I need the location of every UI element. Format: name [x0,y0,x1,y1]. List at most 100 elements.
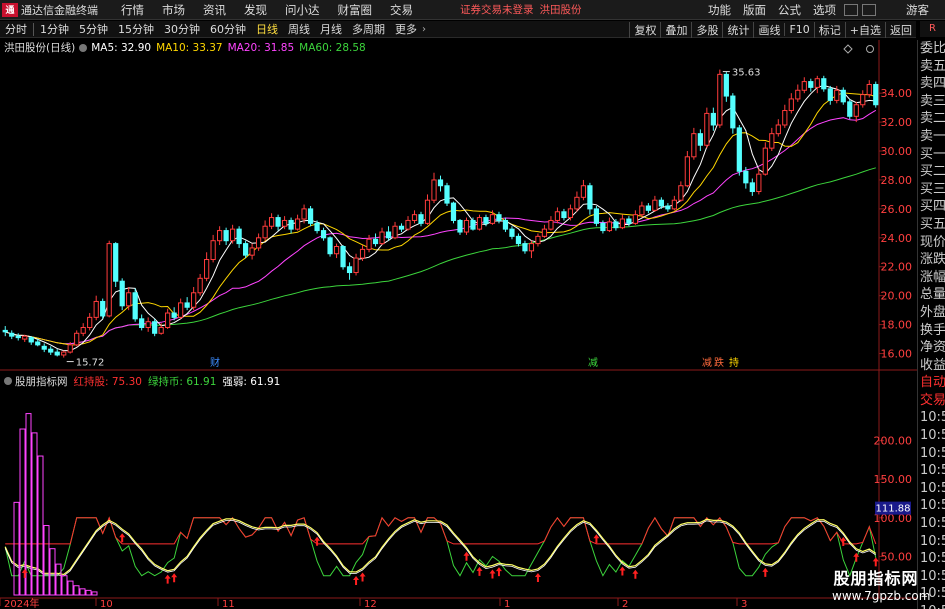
candle-body [340,245,346,268]
volume-bar [79,588,86,596]
candle-body [41,345,47,350]
side-panel-label: 交易 [920,392,945,408]
candle-body [242,243,249,256]
candle-body [132,292,138,320]
candle-body [320,230,327,239]
volume-bar [31,432,38,596]
settings-dot-icon[interactable] [4,377,12,385]
side-panel-label: 总量 [920,287,945,303]
candle-body [697,133,703,146]
kline-chart[interactable]: 16.00 18.00 20.00 22.00 24.00 26.00 28.00 30.00… [0,0,945,609]
price-tick-label: 34.00 [881,87,913,100]
candle-body [626,218,632,224]
side-panel-label: 涨跌 [920,252,945,268]
circle-icon [866,45,874,53]
candle-body [847,101,853,117]
candle-body [294,218,301,230]
candle-body [561,211,567,219]
buy-arrow-icon [495,567,502,577]
green-cash-line [4,516,877,578]
side-panel-label: 10:57 [920,498,945,514]
candle-body [632,214,639,224]
strength-value: 强弱: 61.91 [222,375,281,388]
volume-bar [91,591,98,596]
candle-body [424,199,431,224]
buy-arrow-icon [359,572,366,582]
ma20-value: MA20: 31.85 [227,41,295,54]
candle-body [658,199,664,207]
candle-body [80,326,86,334]
candle-body [600,222,606,232]
event-marker: 减 [702,357,712,369]
candle-body [288,219,294,230]
candle-body [61,351,67,356]
date-label: 2 [622,599,628,609]
candle-body [853,104,859,117]
candle-body [554,211,561,221]
side-panel-label: 10:57 [920,516,945,532]
ma5-value: MA5: 32.90 [91,41,152,54]
candle-body [119,280,125,307]
volume-bar [85,589,92,596]
candle-body [457,219,463,233]
candle-body [522,243,528,252]
buy-arrow-icon [593,534,600,544]
candle-body [106,243,112,317]
candle-body [385,231,392,239]
side-panel-label: 收益 [920,357,945,373]
ind-tick-label: 200.00 [874,435,913,448]
candle-body [217,230,223,242]
date-label: 2024年 [4,597,39,609]
candle-body [346,266,353,274]
candle-body [28,337,34,343]
candle-body [795,89,801,100]
ind-tick-label: 50.00 [881,550,913,563]
event-marker: 减 [588,357,598,369]
candle-body [431,179,437,201]
candle-body [450,202,457,221]
side-panel-label: 买五 [920,216,945,232]
ma60-value: MA60: 28.58 [299,41,366,54]
candle-body [100,300,106,317]
candle-body [152,321,158,334]
ma-legend: 洪田股份(日线) MA5: 32.90 MA10: 33.37 MA20: 31… [0,40,371,55]
buy-arrow-icon [119,533,126,543]
candle-body [281,219,288,227]
candle-body [67,344,73,353]
date-label: 1 [504,599,510,609]
candle-body [22,335,28,340]
buy-arrow-icon [489,569,496,579]
candle-body [145,321,151,328]
candle-body [691,133,697,158]
event-marker: 跌 [714,356,724,369]
side-panel-label: 现价 [920,234,945,250]
candle-body [437,179,444,187]
side-panel-label: 卖三 [920,93,945,109]
value-marker: 111.88 [876,504,911,515]
candle-body [359,248,366,259]
candle-body [606,221,613,232]
candle-body [528,243,535,252]
candle-body [333,245,340,255]
side-panel-label: 外盘 [920,304,945,320]
side-panel-label: 委比 [920,41,945,56]
buy-arrow-icon [534,572,541,582]
price-tick-label: 26.00 [881,203,913,216]
candle-body [541,228,548,237]
candle-body [567,208,574,219]
candle-body [411,214,418,221]
settings-dot-icon[interactable] [79,43,88,52]
side-panel-label: 买三 [920,181,945,197]
candle-body [398,225,405,230]
candle-body [230,228,236,242]
candle-body [236,228,242,245]
candle-body [379,231,385,245]
candle-body [489,214,496,224]
price-tick-label: 30.00 [881,145,913,158]
buy-arrow-icon [463,551,470,561]
high-label: 35.63 [732,68,761,79]
candle-body [165,312,171,328]
indicator-legend: 股朋指标网 红持股: 75.30 绿持币: 61.91 强弱: 61.91 [0,374,286,388]
buy-arrow-icon [476,566,483,576]
watermark: 股朋指标网 www.7gpzb.com [832,565,930,605]
